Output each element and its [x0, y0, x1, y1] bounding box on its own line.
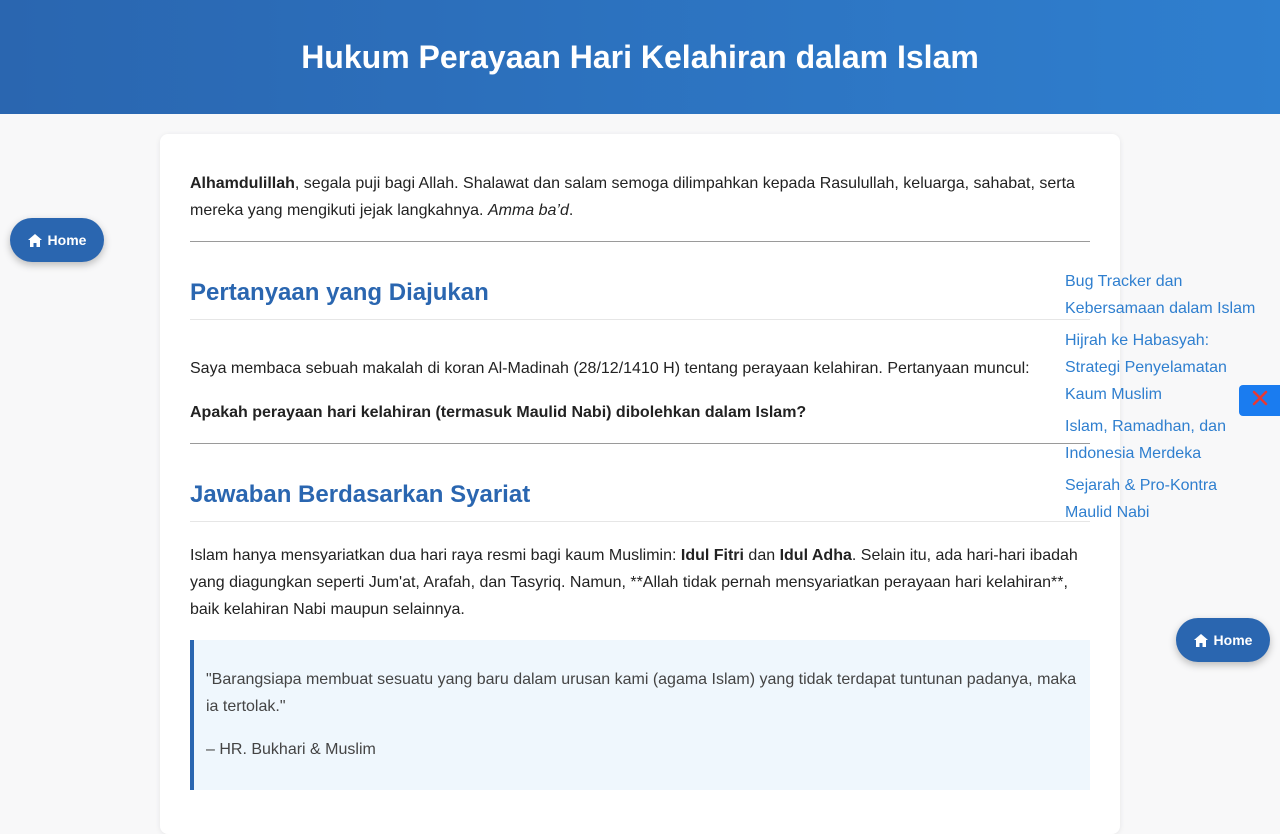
intro-end: . [568, 202, 574, 219]
close-icon [1252, 390, 1268, 411]
quote-text: "Barangsiapa membuat sesuatu yang baru d… [206, 671, 1077, 715]
intro-italic: Amma ba’d [487, 202, 569, 219]
article-card: Alhamdulillah, segala puji bagi Allah. S… [160, 134, 1120, 834]
related-link[interactable]: Bug Tracker dan Kebersamaan dalam Islam [1065, 268, 1265, 322]
home-icon [1193, 633, 1208, 647]
question-text: Apakah perayaan hari kelahiran (termasuk… [190, 404, 807, 421]
divider [190, 443, 1090, 444]
intro-bold: Alhamdulillah [190, 175, 295, 192]
question-paragraph: Saya membaca sebuah makalah di koran Al-… [190, 360, 1030, 377]
divider [190, 241, 1090, 242]
answer-bold-idul-fitri: Idul Fitri [680, 547, 744, 564]
intro-paragraph: Alhamdulillah, segala puji bagi Allah. S… [190, 170, 1090, 224]
answer-text-start: Islam hanya mensyariatkan dua hari raya … [190, 547, 681, 564]
related-link[interactable]: Islam, Ramadhan, dan Indonesia Merdeka [1065, 413, 1265, 467]
home-button[interactable]: Home [10, 218, 104, 262]
related-links: Bug Tracker dan Kebersamaan dalam Islam … [1065, 268, 1265, 531]
related-link[interactable]: Sejarah & Pro-Kontra Maulid Nabi [1065, 472, 1265, 526]
answer-bold-idul-adha: Idul Adha [779, 547, 852, 564]
answer-text-mid: dan [743, 547, 780, 564]
home-button[interactable]: Home [1176, 618, 1270, 662]
section-heading-answer: Jawaban Berdasarkan Syariat [190, 481, 1090, 522]
quote-source: – HR. Bukhari & Muslim [206, 741, 376, 758]
close-sidebar-button[interactable] [1239, 385, 1280, 416]
answer-paragraph: Islam hanya mensyariatkan dua hari raya … [190, 542, 1090, 623]
intro-text: , segala puji bagi Allah. Shalawat dan s… [190, 175, 1075, 219]
home-button-label: Home [1213, 632, 1253, 648]
related-link[interactable]: Hijrah ke Habasyah: Strategi Penyelamata… [1065, 327, 1265, 408]
hadith-blockquote: "Barangsiapa membuat sesuatu yang baru d… [190, 640, 1090, 790]
page-header: Hukum Perayaan Hari Kelahiran dalam Isla… [0, 0, 1280, 114]
home-button-label: Home [47, 232, 87, 248]
page-title: Hukum Perayaan Hari Kelahiran dalam Isla… [301, 39, 979, 75]
section-heading-question: Pertanyaan yang Diajukan [190, 279, 1090, 320]
home-icon [27, 233, 42, 247]
